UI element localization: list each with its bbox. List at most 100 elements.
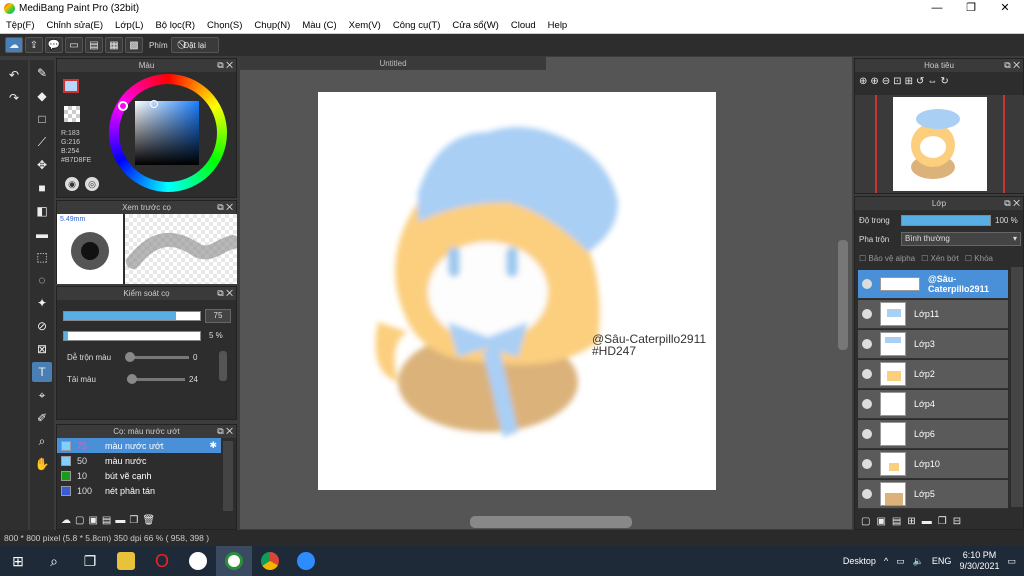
visibility-icon[interactable] <box>862 309 872 319</box>
pen-tool-icon[interactable]: ⟋ <box>32 132 52 152</box>
document-icon[interactable]: ▤ <box>85 37 103 53</box>
more-layer-icon[interactable]: ⊟ <box>953 516 961 527</box>
brush-item[interactable]: 100 nét phân tán <box>57 483 221 498</box>
folder-icon[interactable]: ▬ <box>115 515 125 526</box>
menu-view[interactable]: Xem(V) <box>343 20 387 31</box>
merge-layer-icon[interactable]: ⊞ <box>907 516 915 527</box>
layout-icon[interactable]: ▩ <box>125 37 143 53</box>
blend-slider[interactable] <box>127 356 189 359</box>
menu-color[interactable]: Màu (C) <box>296 20 342 31</box>
move-tool-icon[interactable]: ✥ <box>32 155 52 175</box>
lock-checkbox[interactable]: ☐ Khóa <box>965 254 993 263</box>
layer-row[interactable]: Lớp2 <box>858 360 1008 389</box>
select-eraser-icon[interactable]: ⊠ <box>32 339 52 359</box>
add-brush-icon[interactable]: ▣ <box>88 515 97 526</box>
cloud-icon[interactable]: ☁ <box>5 37 23 53</box>
layer-row[interactable]: Lớp3 <box>858 330 1008 359</box>
menu-layer[interactable]: Lớp(L) <box>109 20 149 31</box>
flip-icon[interactable]: ⇔ <box>927 76 937 87</box>
canvas-paper[interactable]: @Sâu-Caterpillo2911 #HD247 <box>318 92 716 490</box>
dropper2-tool-icon[interactable]: ⌕ <box>32 431 52 451</box>
menu-edit[interactable]: Chỉnh sửa(E) <box>41 20 110 31</box>
layer-row[interactable]: Lớp5 <box>858 480 1008 509</box>
copy-layer-icon[interactable]: ▣ <box>876 516 885 527</box>
select-pen-icon[interactable]: ⊘ <box>32 316 52 336</box>
layer-row[interactable]: Lớp11 <box>858 300 1008 329</box>
visibility-icon[interactable] <box>862 399 872 409</box>
add-layer-icon[interactable]: ▤ <box>892 516 901 527</box>
opacity-slider[interactable] <box>63 331 201 341</box>
gear-icon[interactable]: ✱ <box>209 440 217 451</box>
eraser-tool-icon[interactable]: ◆ <box>32 86 52 106</box>
maximize-button[interactable]: ❐ <box>954 0 988 17</box>
layer-row[interactable]: @Sâu-Caterpillo2911 <box>858 270 1008 299</box>
canvas-tab[interactable]: Untitled <box>240 57 546 70</box>
network-icon[interactable]: ▭ <box>896 556 905 567</box>
visibility-icon[interactable] <box>862 489 872 499</box>
reset-button[interactable]: ⃠ Đặt lại <box>170 37 219 53</box>
size-value[interactable]: 75 <box>205 309 231 323</box>
comment-icon[interactable]: ▭ <box>65 37 83 53</box>
saturation-square[interactable] <box>135 101 199 165</box>
text-tool-icon[interactable]: T <box>32 362 52 382</box>
canvas-vertical-scrollbar[interactable] <box>838 240 848 350</box>
zoom-in-icon[interactable]: ⊕ <box>870 76 878 87</box>
size-slider[interactable] <box>63 311 201 321</box>
close-icon[interactable]: ⧉ ✕ <box>217 59 233 72</box>
layer-row[interactable]: Lớp4 <box>858 390 1008 419</box>
upload-icon[interactable]: ⇪ <box>25 37 43 53</box>
chat-icon[interactable]: 💬 <box>45 37 63 53</box>
reload-slider-knob[interactable] <box>127 374 137 384</box>
clipping-checkbox[interactable]: ☐ Xén bớt <box>921 254 959 263</box>
brush-tool-icon[interactable]: ✎ <box>32 63 52 83</box>
layer-opacity-slider[interactable] <box>901 215 991 226</box>
visibility-icon[interactable] <box>862 429 872 439</box>
palette-add-icon[interactable]: ◎ <box>85 177 99 191</box>
menu-window[interactable]: Cửa sổ(W) <box>446 20 504 31</box>
brush-list-scrollbar[interactable] <box>223 441 233 511</box>
divide-tool-icon[interactable]: ⌖ <box>32 385 52 405</box>
menu-tools[interactable]: Công cụ(T) <box>387 20 447 31</box>
sv-marker[interactable] <box>150 100 158 108</box>
redo-icon[interactable]: ↷ <box>4 88 24 108</box>
minimize-button[interactable]: — <box>920 0 954 17</box>
visibility-icon[interactable] <box>862 369 872 379</box>
visibility-icon[interactable] <box>862 459 872 469</box>
zoom-app-icon[interactable] <box>288 546 324 576</box>
close-icon[interactable]: ⧉ ✕ <box>1004 197 1020 210</box>
folder-layer-icon[interactable]: ▬ <box>922 516 932 527</box>
hand-tool-icon[interactable]: ✋ <box>32 454 52 474</box>
close-icon[interactable]: ⧉ ✕ <box>217 287 233 300</box>
chrome-icon[interactable] <box>252 546 288 576</box>
undo-icon[interactable]: ↶ <box>4 65 24 85</box>
close-button[interactable]: ✕ <box>988 0 1022 17</box>
brush-item[interactable]: 10 bút vẽ cạnh <box>57 468 221 483</box>
close-icon[interactable]: ⧉ ✕ <box>1004 59 1020 72</box>
chat-app-icon[interactable] <box>180 546 216 576</box>
volume-icon[interactable]: 🔈 <box>913 556 924 567</box>
rotate-right-icon[interactable]: ↻ <box>940 76 948 87</box>
duplicate-icon[interactable]: ❐ <box>129 515 138 526</box>
magic-wand-icon[interactable]: ✦ <box>32 293 52 313</box>
opera-icon[interactable]: O <box>144 546 180 576</box>
desktop-label[interactable]: Desktop <box>843 556 876 566</box>
notification-icon[interactable]: ▭ <box>1007 556 1016 567</box>
windows-start-icon[interactable]: ⊞ <box>0 546 36 576</box>
actual-size-icon[interactable]: ⊞ <box>905 76 913 87</box>
search-icon[interactable]: ⌕ <box>36 546 72 576</box>
lasso-tool-icon[interactable]: ◌ <box>32 270 52 290</box>
brush-control-scrollbar[interactable] <box>219 351 227 381</box>
menu-filter[interactable]: Bộ lọc(R) <box>149 20 201 31</box>
trash-icon[interactable]: 🗑 <box>142 515 155 526</box>
chevron-up-icon[interactable]: ^ <box>884 556 888 566</box>
select-tool-icon[interactable]: ⬚ <box>32 247 52 267</box>
bucket-tool-icon[interactable]: ◧ <box>32 201 52 221</box>
blend-mode-select[interactable]: Bình thường ▾ <box>901 232 1021 246</box>
layers-scrollbar[interactable] <box>1011 267 1023 507</box>
dot-tool-icon[interactable]: □ <box>32 109 52 129</box>
blend-slider-knob[interactable] <box>125 352 135 362</box>
close-icon[interactable]: ⧉ ✕ <box>217 425 233 438</box>
language-indicator[interactable]: ENG <box>932 556 952 566</box>
canvas-horizontal-scrollbar[interactable] <box>470 516 632 528</box>
menu-cloud[interactable]: Cloud <box>505 20 542 31</box>
